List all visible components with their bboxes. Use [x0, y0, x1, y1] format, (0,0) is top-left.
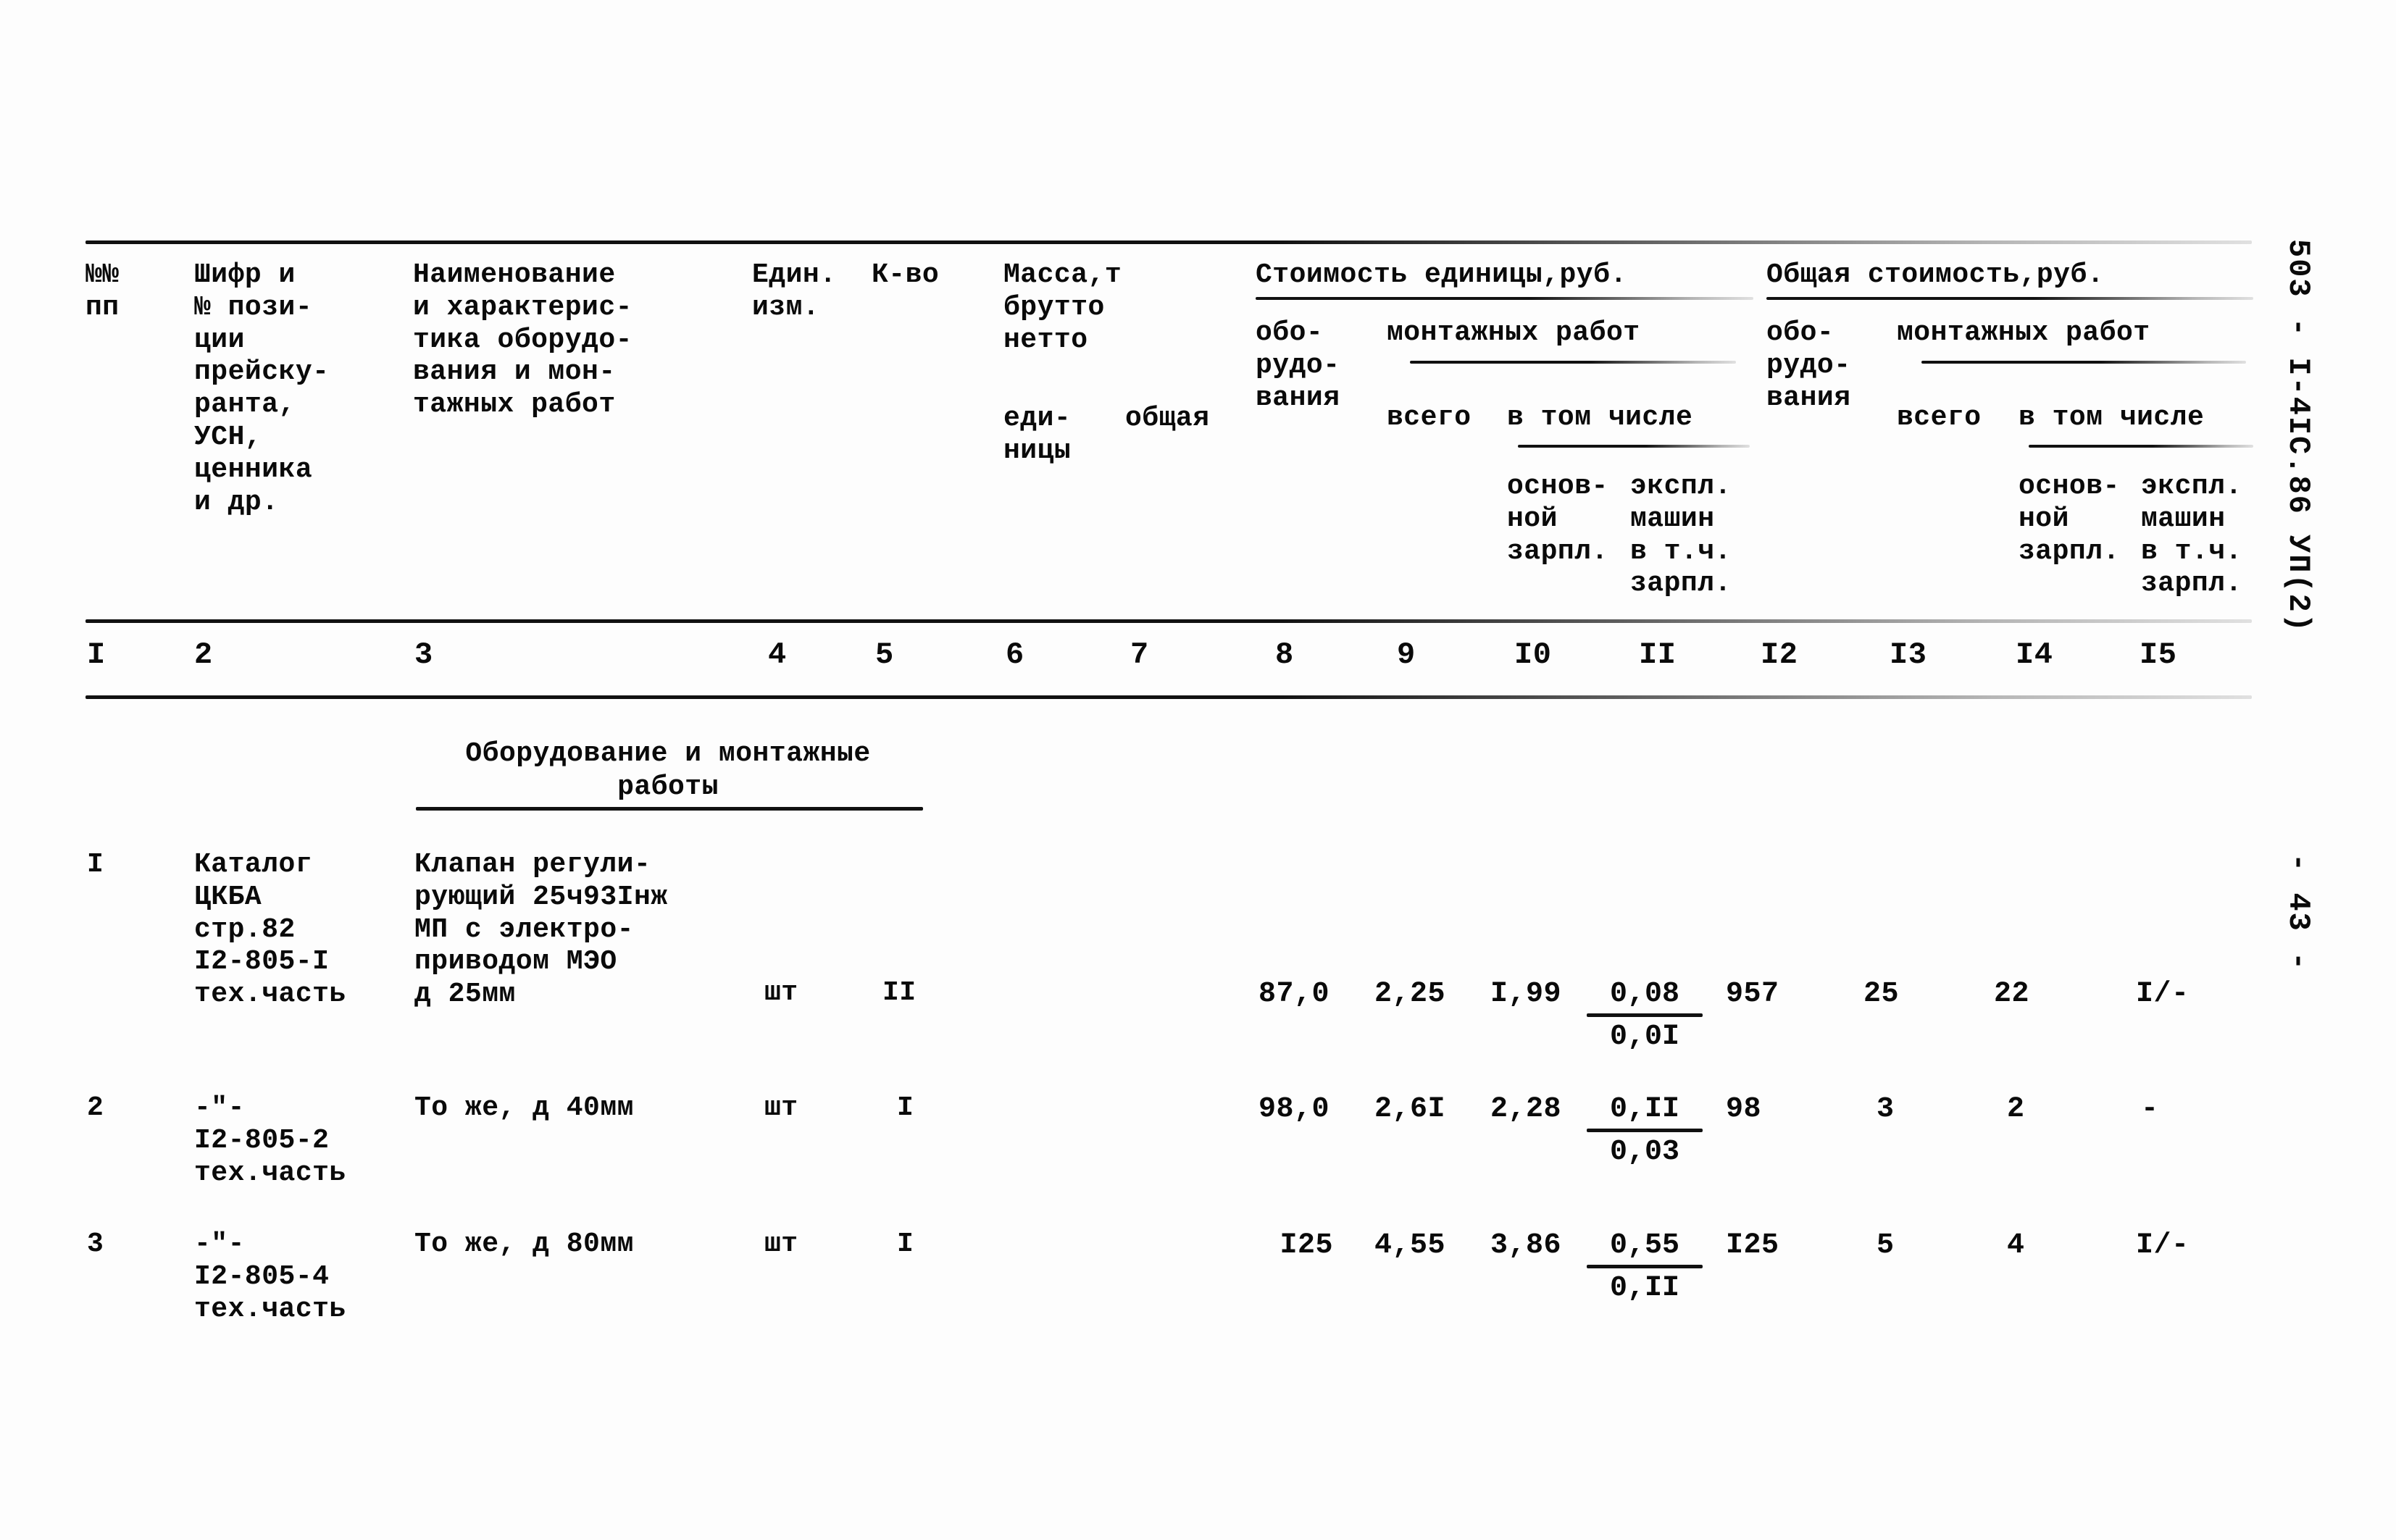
header-total-install-all: всего: [1897, 402, 1982, 433]
header-total-install-group: монтажных работ: [1897, 317, 2150, 348]
column-number-bottom-rule: [85, 695, 2252, 699]
column-number-3: 3: [414, 637, 433, 672]
table-row: I/-: [2136, 1229, 2190, 1262]
table-row: -"- I2-805-2 тех.часть: [194, 1092, 346, 1189]
table-row: 25: [1863, 978, 1900, 1010]
header-total-incl-mach: экспл. машин в т.ч. зарпл.: [2141, 471, 2242, 600]
table-row: I: [87, 849, 104, 880]
fraction-bar: [1587, 1129, 1703, 1133]
section-title-underline: [416, 807, 923, 811]
table-row: I25: [1726, 1229, 1779, 1262]
table-row: шт: [764, 1229, 798, 1260]
fraction-denominator: 0,II: [1609, 1272, 1679, 1305]
header-col-4-unit: Един. изм.: [752, 259, 837, 323]
total-cost-group-underline: [1766, 297, 2253, 300]
table-row: -"- I2-805-4 тех.часть: [194, 1229, 346, 1325]
table-row: 957: [1726, 978, 1779, 1010]
table-top-border: [85, 240, 2252, 244]
header-total-install-incl: в том числе: [2019, 402, 2205, 433]
header-unit-incl-base: основ- ной зарпл.: [1507, 471, 1608, 567]
page-number-margin: - 43 -: [2281, 853, 2316, 972]
column-number-15: I5: [2140, 637, 2177, 672]
table-row: 2: [87, 1092, 104, 1123]
column-number-11: II: [1639, 637, 1677, 672]
table-row: 22: [1994, 978, 2030, 1010]
unit-cost-group-underline: [1256, 297, 1753, 300]
header-unit-install-incl: в том числе: [1507, 402, 1693, 433]
header-group-total-cost: Общая стоимость,руб.: [1766, 259, 2105, 290]
table-row: I: [897, 1092, 914, 1123]
header-unit-incl-mach: экспл. машин в т.ч. зарпл.: [1630, 471, 1732, 600]
table-row: I25: [1280, 1229, 1333, 1262]
column-number-5: 5: [875, 637, 894, 672]
column-number-8: 8: [1275, 637, 1294, 672]
header-col-2-code: Шифр и № пози- ции прейску- ранта, УСН, …: [194, 259, 330, 518]
table-row: Каталог ЦКБА стр.82 I2-805-I тех.часть: [194, 849, 346, 1010]
table-row: То же, д 80мм: [414, 1229, 634, 1260]
table-row: 4,55: [1374, 1229, 1445, 1262]
table-row: I,99: [1490, 978, 1561, 1010]
header-unit-install-group: монтажных работ: [1387, 317, 1640, 348]
header-unit-install-all: всего: [1387, 402, 1472, 433]
fraction-bar: [1587, 1013, 1703, 1018]
table-row: 3,86: [1490, 1229, 1561, 1262]
column-number-1: I: [87, 637, 106, 672]
table-row: 2,28: [1490, 1093, 1561, 1126]
header-col-6-mass-unit: еди- ницы: [1003, 403, 1072, 466]
table-row: 4: [2007, 1229, 2025, 1262]
column-number-2: 2: [194, 637, 213, 672]
header-separator-rule: [85, 619, 2252, 623]
header-col-7-mass-total: общая: [1125, 403, 1210, 434]
table-row: 0,08 0,0I: [1587, 977, 1703, 1054]
table-row: Клапан регули- рующий 25ч93Iнж МП с элек…: [414, 849, 668, 1010]
unit-install-group-underline: [1410, 361, 1736, 364]
unit-install-incl-underline: [1518, 445, 1750, 448]
table-row: 0,55 0,II: [1587, 1229, 1703, 1305]
table-row: шт: [764, 977, 798, 1008]
column-number-14: I4: [2016, 637, 2053, 672]
total-install-incl-underline: [2029, 445, 2253, 448]
table-row: I/-: [2136, 978, 2190, 1010]
header-total-equipment: обо- рудо- вания: [1766, 317, 1851, 414]
table-row: I: [897, 1229, 914, 1260]
table-row: 2,25: [1374, 978, 1445, 1010]
header-total-incl-base: основ- ной зарпл.: [2019, 471, 2120, 567]
table-row: 5: [1877, 1229, 1895, 1262]
column-number-9: 9: [1397, 637, 1416, 672]
document-page: №№ пп Шифр и № пози- ции прейску- ранта,…: [0, 0, 2396, 1540]
section-title: Оборудование и монтажные работы: [465, 738, 871, 803]
table-row: 98: [1726, 1093, 1762, 1126]
total-install-group-underline: [1921, 361, 2246, 364]
column-number-13: I3: [1890, 637, 1927, 672]
table-row: То же, д 40мм: [414, 1092, 634, 1123]
table-row: 0,II 0,03: [1587, 1092, 1703, 1169]
table-row: 2,6I: [1374, 1093, 1445, 1126]
column-number-7: 7: [1130, 637, 1149, 672]
table-row: 2: [2007, 1093, 2025, 1126]
column-number-12: I2: [1761, 637, 1798, 672]
fraction-numerator: 0,08: [1609, 978, 1679, 1010]
fraction-numerator: 0,55: [1609, 1229, 1679, 1262]
column-number-10: I0: [1514, 637, 1552, 672]
column-number-4: 4: [768, 637, 787, 672]
header-col-1-no: №№ пп: [85, 259, 120, 323]
fraction-denominator: 0,03: [1609, 1136, 1679, 1169]
table-row: II: [882, 977, 917, 1008]
header-col-6-mass-group: Масса,т брутто нетто: [1003, 259, 1122, 356]
header-unit-equipment: обо- рудо- вания: [1256, 317, 1340, 414]
header-group-unit-cost: Стоимость единицы,руб.: [1256, 259, 1627, 290]
table-row: 3: [87, 1229, 104, 1260]
table-row: шт: [764, 1092, 798, 1123]
sheet-code-margin: 503 - I-4IC.86 УП(2): [2281, 239, 2316, 634]
table-row: 98,0: [1258, 1093, 1330, 1126]
header-col-3-name: Наименование и характерис- тика оборудо-…: [413, 259, 633, 421]
header-col-5-qty: К-во: [872, 259, 940, 290]
table-row: 3: [1877, 1093, 1895, 1126]
fraction-numerator: 0,II: [1609, 1093, 1679, 1126]
table-row: 87,0: [1258, 978, 1330, 1010]
fraction-denominator: 0,0I: [1609, 1021, 1679, 1054]
column-number-6: 6: [1006, 637, 1024, 672]
fraction-bar: [1587, 1265, 1703, 1269]
table-row: -: [2141, 1093, 2159, 1126]
